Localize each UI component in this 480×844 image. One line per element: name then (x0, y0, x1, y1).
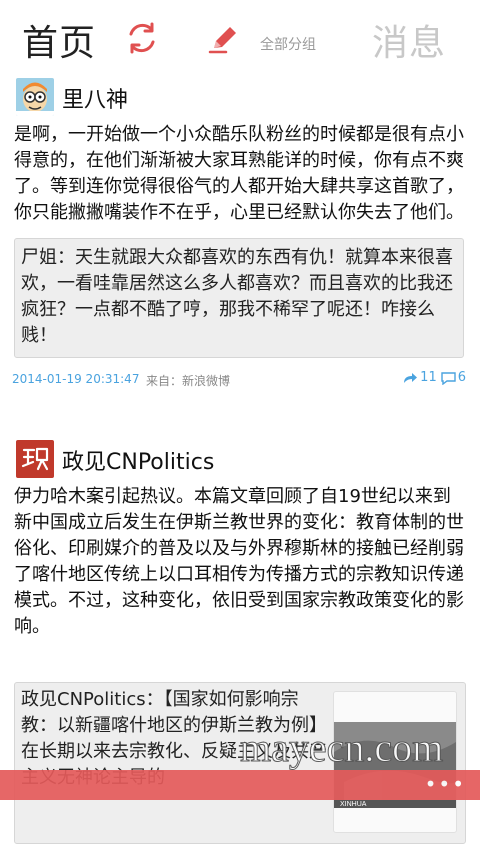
post-source: 来自：新浪微博 (146, 374, 231, 388)
post-username[interactable]: 政见CNPolitics (62, 444, 214, 476)
comment-icon[interactable] (441, 371, 456, 385)
top-bar: 首页 全部分组 消息 (0, 0, 480, 70)
bottom-app-bar: ••• (0, 770, 480, 800)
post-meta: 2014-01-19 20:31:47 来自：新浪微博 11 6 (12, 366, 466, 396)
refresh-icon (129, 22, 155, 54)
post-header: 政见CNPolitics (0, 436, 480, 484)
post-timestamp: 2014-01-19 20:31:47 (12, 372, 140, 386)
watermark: mayecn.com (239, 725, 444, 771)
messages-tab[interactable]: 消息 (372, 14, 446, 66)
post-text: 是啊，一开始做一个小众酷乐队粉丝的时候都是很有点小得意的，在他们渐渐被大家耳熟能… (14, 124, 464, 223)
feed-post[interactable]: 政见CNPolitics 伊力哈木案引起热议。本篇文章回顾了自19世纪以来到新中… (0, 436, 480, 844)
post-text: 伊力哈木案引起热议。本篇文章回顾了自19世纪以来到新中国成立后发生在伊斯兰教世界… (14, 486, 464, 637)
comment-count: 6 (457, 370, 466, 385)
page-title[interactable]: 首页 (22, 14, 96, 66)
refresh-button[interactable] (124, 20, 160, 56)
thumbnail-label: XINHUA (340, 801, 367, 808)
compose-button[interactable] (206, 20, 242, 56)
post-counts: 11 6 (402, 370, 466, 385)
avatar[interactable] (16, 78, 54, 116)
repost-icon[interactable] (402, 371, 418, 385)
repost-count: 11 (420, 370, 437, 385)
post-header: 里八神 (0, 74, 480, 122)
group-filter[interactable]: 全部分组 (260, 34, 316, 54)
feed-post[interactable]: 里八神 是啊，一开始做一个小众酷乐队粉丝的时候都是很有点小得意的，在他们渐渐被大… (0, 74, 480, 396)
retweet-box[interactable]: 尸姐：天生就跟大众都喜欢的东西有仇！就算本来很喜欢，一看哇靠居然这么多人都喜欢？… (14, 238, 464, 358)
more-button[interactable]: ••• (425, 772, 466, 796)
avatar[interactable] (16, 440, 54, 478)
post-username[interactable]: 里八神 (62, 82, 128, 114)
compose-icon (208, 27, 236, 54)
